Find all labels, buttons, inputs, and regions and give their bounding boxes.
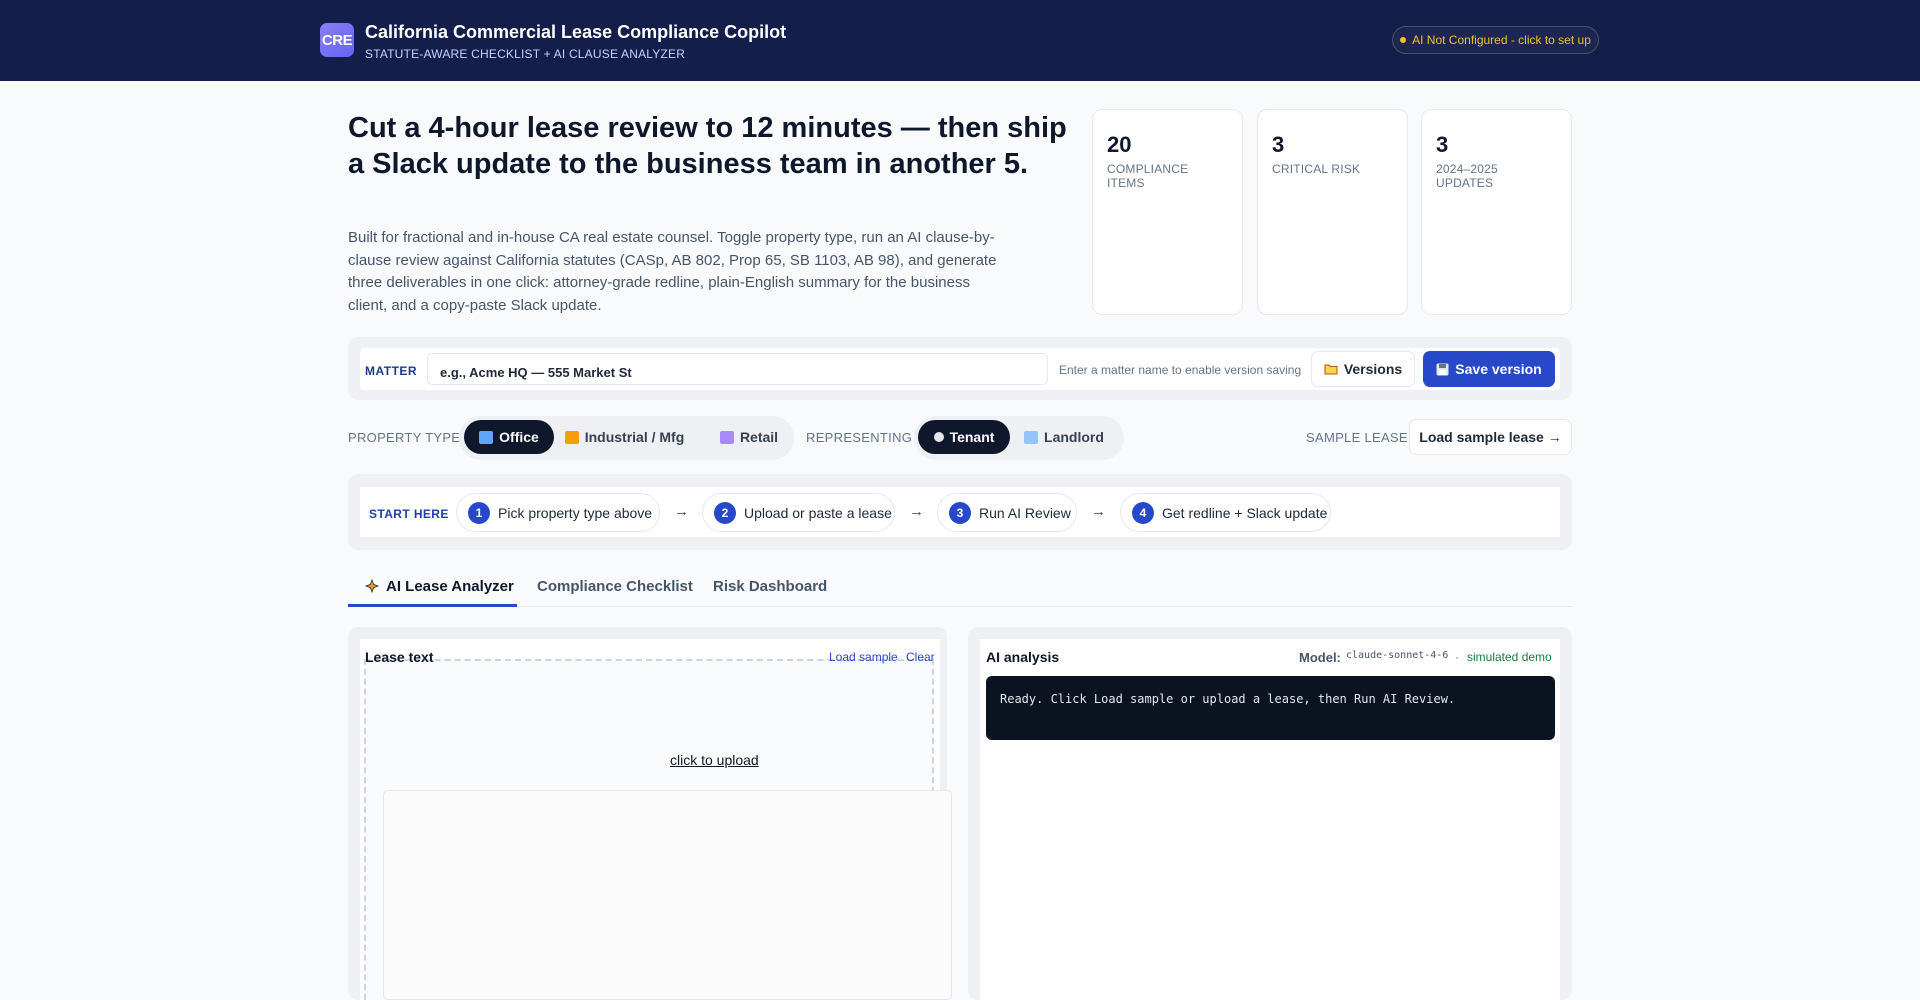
representing-label: REPRESENTING [806, 430, 913, 445]
ai-status-label: AI Not Configured - click to set up [1412, 33, 1591, 47]
step-2: 2 Upload or paste a lease [702, 493, 895, 532]
matter-hint: Enter a matter name to enable version sa… [1059, 363, 1302, 377]
step-number: 1 [468, 501, 490, 524]
stat-card-updates: 3 2024–2025 UPDATES [1421, 109, 1572, 315]
store-icon [719, 430, 734, 444]
tab-risk-dashboard[interactable]: Risk Dashboard [713, 578, 827, 595]
save-version-label: Save version [1455, 361, 1542, 377]
lease-text-title: Lease text [365, 649, 434, 665]
stat-label: 2024–2025 UPDATES [1436, 162, 1498, 190]
step-number: 4 [1132, 501, 1154, 524]
model-label: Model: [1299, 650, 1341, 665]
step-number: 3 [949, 501, 971, 524]
app-subtitle: STATUTE-AWARE CHECKLIST + AI CLAUSE ANAL… [365, 47, 686, 61]
step-arrow-icon: → [674, 503, 689, 520]
stat-value: 20 [1107, 132, 1132, 157]
stat-value: 3 [1272, 132, 1285, 157]
stat-label: COMPLIANCE ITEMS [1107, 162, 1189, 190]
representing-option-label: Tenant [949, 429, 995, 445]
step-arrow-icon: → [1091, 503, 1106, 520]
model-separator: · [1455, 650, 1459, 664]
property-option-label: Office [499, 429, 539, 445]
property-option-label: Retail [739, 429, 779, 445]
tab-ai-lease-analyzer[interactable]: AI Lease Analyzer [364, 578, 514, 595]
tabs-divider [348, 606, 1572, 607]
ai-analysis-title: AI analysis [986, 649, 1060, 665]
stat-card-compliance-items: 20 COMPLIANCE ITEMS [1092, 109, 1243, 315]
matter-name-input[interactable] [427, 353, 1048, 385]
app-logo: CRE [320, 23, 354, 57]
versions-label: Versions [1343, 361, 1403, 377]
step-text: Get redline + Slack update [1162, 504, 1328, 521]
property-option-office[interactable]: Office [464, 420, 554, 454]
stat-value: 3 [1436, 132, 1449, 157]
start-here-label: START HERE [369, 507, 449, 521]
step-3: 3 Run AI Review [937, 493, 1077, 532]
stat-card-critical-risk: 3 CRITICAL RISK [1257, 109, 1408, 315]
click-to-upload-link[interactable]: click to upload [670, 752, 759, 768]
simulated-demo-badge: simulated demo [1467, 650, 1552, 664]
representing-option-tenant[interactable]: Tenant [918, 420, 1010, 454]
matter-label: MATTER [365, 364, 418, 378]
property-option-retail[interactable]: Retail [710, 420, 788, 454]
load-sample-link[interactable]: Load sample [829, 650, 898, 664]
tab-label: AI Lease Analyzer [386, 578, 514, 595]
versions-button[interactable]: Versions [1311, 351, 1415, 387]
clear-link[interactable]: Clear [906, 650, 935, 664]
step-text: Upload or paste a lease [744, 504, 892, 521]
sparkle-icon [364, 578, 380, 593]
representing-option-label: Landlord [1044, 429, 1104, 445]
hero-description: Built for fractional and in-house CA rea… [348, 229, 997, 314]
representing-option-landlord[interactable]: Landlord [1018, 420, 1110, 454]
stat-label: CRITICAL RISK [1272, 162, 1361, 176]
model-name: claude-sonnet-4-6 [1346, 650, 1449, 661]
active-tab-indicator [348, 604, 517, 607]
tab-label: Compliance Checklist [537, 578, 693, 595]
tab-label: Risk Dashboard [713, 578, 828, 595]
person-icon [933, 432, 944, 442]
top-header [0, 0, 1920, 81]
hero-title: Cut a 4-hour lease review to 12 minutes … [348, 112, 1067, 180]
office-building-icon [479, 430, 494, 444]
sample-lease-label: SAMPLE LEASE [1306, 430, 1408, 445]
property-option-label: Industrial / Mfg [584, 429, 685, 445]
step-text: Run AI Review [979, 504, 1071, 521]
step-text: Pick property type above [498, 504, 653, 521]
step-arrow-icon: → [909, 503, 924, 520]
property-option-industrial[interactable]: Industrial / Mfg [561, 420, 688, 454]
floppy-disk-icon [1436, 363, 1449, 375]
property-type-label: PROPERTY TYPE [348, 430, 461, 445]
folder-icon [1324, 364, 1338, 375]
save-version-button[interactable]: Save version [1423, 351, 1555, 387]
status-dot-icon [1400, 37, 1407, 43]
building-icon [1024, 430, 1039, 444]
tab-compliance-checklist[interactable]: Compliance Checklist [537, 578, 693, 595]
step-1: 1 Pick property type above [456, 493, 660, 532]
load-sample-lease-button[interactable]: Load sample lease → [1409, 419, 1572, 455]
lease-text-area[interactable] [383, 790, 952, 1000]
factory-icon [564, 430, 579, 444]
app-title: California Commercial Lease Compliance C… [365, 22, 787, 42]
ai-status-button[interactable]: AI Not Configured - click to set up [1392, 26, 1599, 54]
analysis-console: Ready. Click Load sample or upload a lea… [986, 676, 1555, 740]
step-4: 4 Get redline + Slack update [1120, 493, 1331, 532]
step-number: 2 [714, 501, 736, 524]
